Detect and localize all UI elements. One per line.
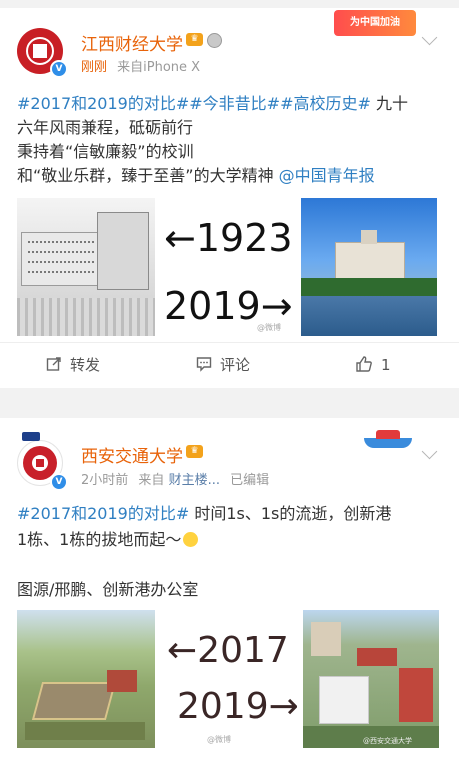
- watermark: @西安交通大学: [363, 737, 412, 745]
- modern-building-shape: [335, 242, 405, 280]
- repost-button[interactable]: 转发: [46, 342, 100, 388]
- text-fragment: 时间1s、1s的流逝，创新港: [189, 504, 392, 523]
- post-text-line-4: 和“敬业乐群，臻于至善”的大学精神 @中国青年报: [17, 164, 375, 188]
- post-meta: 刚刚 来自iPhone X: [81, 56, 200, 75]
- white-building-shape: [319, 676, 369, 724]
- mention-link[interactable]: @中国青年报: [279, 166, 375, 185]
- vip-crown-icon: ♛: [186, 33, 203, 46]
- boat-sticker-icon: [362, 428, 414, 450]
- action-bar: 转发 评论 1: [0, 342, 459, 388]
- logo-emblem-icon: [33, 44, 47, 58]
- text-fragment: 1栋、1栋的拔地而起～: [17, 530, 182, 549]
- post-image[interactable]: ←1923 2019→ @微博: [17, 198, 437, 336]
- field-shape: [25, 722, 145, 740]
- construction-photo: [17, 610, 155, 748]
- tall-red-building-shape: [399, 668, 433, 722]
- year-label-old: ←2017: [167, 630, 289, 671]
- post-image[interactable]: ←2017 2019→ @微博 @西安交通大学: [17, 610, 439, 748]
- post-text-line-1: #2017和2019的对比# 时间1s、1s的流逝，创新港: [17, 502, 391, 526]
- building-tower-shape: [361, 230, 377, 244]
- username[interactable]: 西安交通大学: [81, 442, 183, 467]
- share-icon: [46, 357, 61, 371]
- post-source-link[interactable]: 财主楼...: [169, 473, 220, 488]
- hashtag-link[interactable]: #2017和2019的对比##今非昔比##高校历史#: [17, 94, 371, 113]
- post-time: 2小时前: [81, 473, 129, 488]
- username[interactable]: 江西财经大学: [81, 30, 183, 55]
- chevron-down-icon[interactable]: [421, 29, 438, 46]
- year-label-new: 2019→: [177, 686, 299, 727]
- repost-label: 转发: [70, 356, 101, 374]
- text-fragment: 九十: [370, 94, 408, 113]
- comment-icon: [196, 357, 212, 372]
- thumbs-up-icon: [356, 356, 372, 372]
- comment-button[interactable]: 评论: [196, 342, 250, 388]
- red-building-shape: [357, 648, 397, 666]
- campus-building-shape: [311, 622, 341, 656]
- watermark: @微博: [207, 735, 231, 744]
- old-tower-shape: [97, 212, 149, 290]
- post-text-line-2: 1栋、1栋的拔地而起～: [17, 528, 199, 552]
- medal-icon: [207, 33, 222, 48]
- old-ground-shape: [17, 298, 155, 336]
- like-button[interactable]: 1: [355, 342, 391, 388]
- hashtag-link[interactable]: #2017和2019的对比#: [17, 504, 189, 523]
- weibo-post-xjtu[interactable]: V 西安交通大学 ♛ 2小时前 来自 财主楼... 已编辑 #2017和2019…: [0, 418, 459, 770]
- construction-site-shape: [31, 682, 117, 720]
- vip-crown-icon: ♛: [186, 445, 203, 458]
- watermark: @微博: [257, 323, 281, 332]
- modern-photo: [301, 198, 437, 336]
- promo-banner-label: 为中国加油: [350, 17, 400, 28]
- historic-photo: [17, 198, 155, 336]
- old-building-shape: [21, 232, 103, 286]
- graduation-cap-icon: [22, 432, 40, 441]
- weibo-post-jxufe[interactable]: V 江西财经大学 ♛ 刚刚 来自iPhone X 为中国加油 #2017和201…: [0, 8, 459, 388]
- post-text-line-3: 图源/邢鹏、创新港办公室: [17, 580, 199, 599]
- campus-photo: @西安交通大学: [303, 610, 439, 748]
- post-text-line-1: #2017和2019的对比##今非昔比##高校历史# 九十: [17, 92, 408, 116]
- top-gap: [0, 0, 459, 8]
- lake-shape: [301, 296, 437, 336]
- site-building-shape: [107, 670, 137, 692]
- edited-label: 已编辑: [230, 473, 270, 488]
- chevron-down-icon[interactable]: [421, 443, 438, 460]
- post-meta: 2小时前 来自 财主楼... 已编辑: [81, 469, 269, 488]
- post-source: 来自iPhone X: [117, 60, 201, 75]
- comment-label: 评论: [220, 356, 251, 374]
- promo-banner[interactable]: 为中国加油: [334, 10, 416, 36]
- verified-badge-icon: V: [50, 473, 68, 491]
- like-count: 1: [381, 356, 391, 374]
- post-text-line-2: 六年风雨兼程，砥砺前行: [17, 118, 194, 137]
- trees-shape: [301, 278, 437, 296]
- year-label-old: ←1923: [164, 216, 293, 260]
- post-from: 来自: [138, 473, 165, 488]
- post-text-line-3: 秉持着“信敏廉毅”的校训: [17, 142, 194, 161]
- emoji-icon: [183, 532, 199, 547]
- text-fragment: 和“敬业乐群，臻于至善”的大学精神: [17, 166, 279, 185]
- post-time: 刚刚: [81, 60, 108, 75]
- verified-badge-icon: V: [50, 60, 68, 78]
